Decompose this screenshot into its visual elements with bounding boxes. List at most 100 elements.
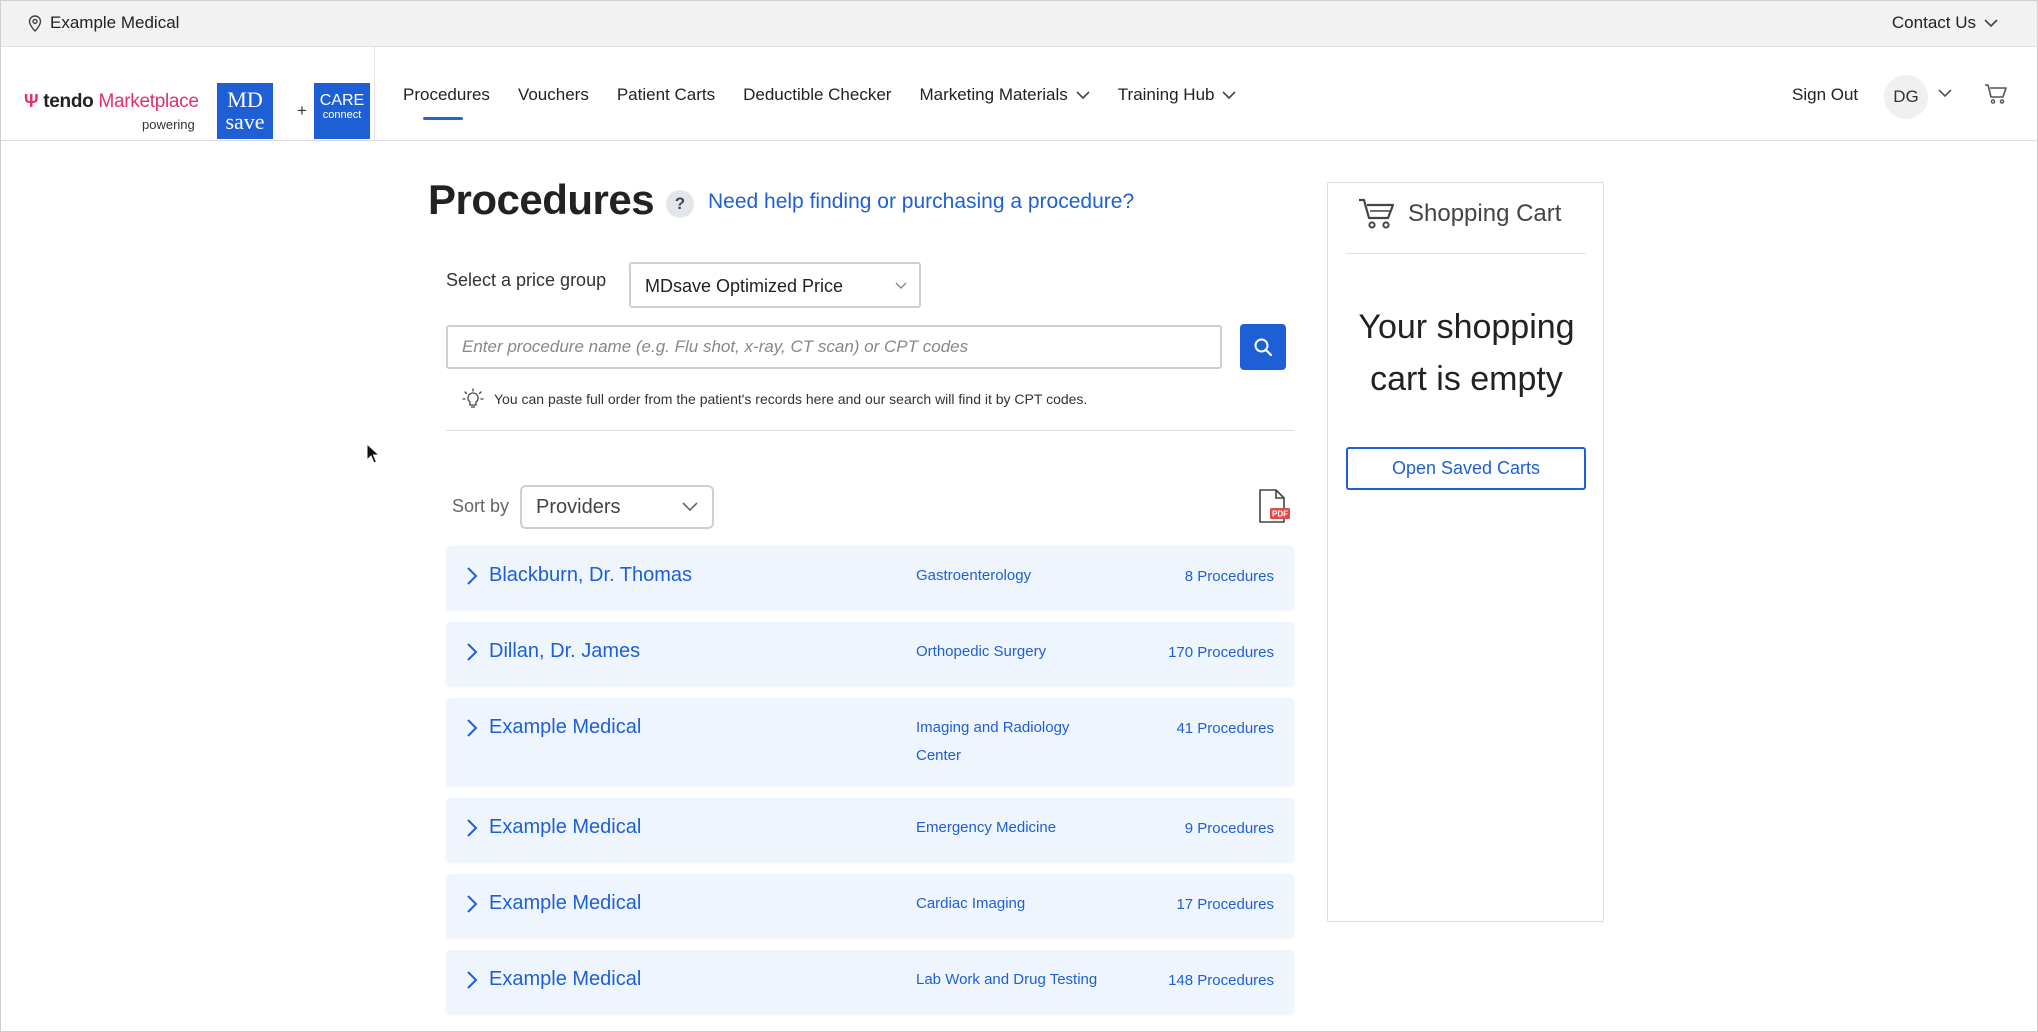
sort-value: Providers xyxy=(536,496,621,518)
provider-row[interactable]: Blackburn, Dr. Thomas Gastroenterology 8… xyxy=(446,546,1294,610)
nav-item-procedures[interactable]: Procedures xyxy=(403,85,490,120)
page-title: Procedures xyxy=(428,176,655,223)
tendo-wordmark: tendo xyxy=(43,91,94,112)
location-selector[interactable]: Example Medical xyxy=(28,13,179,33)
mdsave-logo: MD save xyxy=(217,83,273,139)
price-group-value: MDsave Optimized Price xyxy=(645,276,844,296)
tendo-logo: Ψ tendo Marketplace xyxy=(24,91,199,113)
main-nav: Ψ tendo Marketplace powering MD save + C… xyxy=(0,47,2038,141)
mdsave-logo-bottom: save xyxy=(225,109,265,134)
mouse-cursor-icon xyxy=(366,443,380,464)
nav-item-label: Vouchers xyxy=(517,85,589,104)
sort-label: Sort by xyxy=(452,496,510,516)
procedure-count: 8 Procedures xyxy=(1184,568,1274,585)
procedure-count: 9 Procedures xyxy=(1184,820,1274,837)
nav-item-label: Procedures xyxy=(403,85,490,104)
provider-name: Example Medical xyxy=(489,816,642,838)
care-logo-top: CARE xyxy=(319,92,365,109)
chevron-down-icon xyxy=(1984,18,1998,27)
marketplace-wordmark: Marketplace xyxy=(98,91,199,112)
shopping-cart-title: Shopping Cart xyxy=(1408,200,1562,227)
powering-label: powering xyxy=(142,117,195,132)
chevron-down-icon xyxy=(1222,90,1237,99)
location-pin-icon xyxy=(28,14,42,32)
provider-specialty: Cardiac Imaging xyxy=(916,895,1026,912)
provider-name: Example Medical xyxy=(489,968,642,990)
tendo-mark-icon: Ψ xyxy=(24,91,39,111)
provider-specialty: Gastroenterology xyxy=(916,567,1032,584)
provider-specialty: Lab Work and Drug Testing xyxy=(916,971,1098,988)
nav-item-vouchers[interactable]: Vouchers xyxy=(518,85,589,105)
plus-sign: + xyxy=(297,101,307,120)
contact-us-menu[interactable]: Contact Us xyxy=(1892,13,1998,33)
provider-row[interactable]: Dillan, Dr. James Orthopedic Surgery 170… xyxy=(446,622,1294,686)
nav-item-marketing-materials[interactable]: Marketing Materials xyxy=(919,85,1090,105)
avatar[interactable]: DG xyxy=(1884,75,1928,119)
search-button[interactable] xyxy=(1240,324,1286,370)
pdf-export-icon[interactable]: PDF xyxy=(1256,488,1290,524)
provider-name: Example Medical xyxy=(489,716,642,738)
nav-item-label: Training Hub xyxy=(1117,85,1215,104)
top-bar: Example Medical Contact Us xyxy=(0,0,2038,47)
mdsave-logo-top: MD xyxy=(227,87,263,112)
provider-specialty: Orthopedic Surgery xyxy=(916,643,1047,660)
section-divider xyxy=(446,430,1294,431)
provider-name: Dillan, Dr. James xyxy=(489,640,641,662)
shopping-cart-panel: Shopping Cart Your shopping cart is empt… xyxy=(1327,182,1604,922)
chevron-right-icon xyxy=(467,971,478,989)
nav-item-deductible-checker[interactable]: Deductible Checker xyxy=(743,85,891,105)
chevron-right-icon xyxy=(467,819,478,837)
provider-name: Example Medical xyxy=(489,892,642,914)
help-link[interactable]: Need help finding or purchasing a proced… xyxy=(708,190,1134,214)
search-hint-text: You can paste full order from the patien… xyxy=(494,391,1088,407)
search-icon xyxy=(1254,338,1273,357)
chevron-down-icon xyxy=(895,282,907,289)
nav-item-training-hub[interactable]: Training Hub xyxy=(1118,85,1237,105)
sign-out-link[interactable]: Sign Out xyxy=(1792,85,1858,105)
provider-specialty: Emergency Medicine xyxy=(916,819,1057,836)
contact-us-label: Contact Us xyxy=(1891,13,1976,32)
procedure-search-input[interactable] xyxy=(446,325,1222,369)
procedure-count: 17 Procedures xyxy=(1176,896,1274,913)
shopping-cart-header: Shopping Cart xyxy=(1358,197,1561,231)
nav-item-label: Deductible Checker xyxy=(743,85,892,104)
chevron-down-icon xyxy=(682,502,698,512)
provider-row[interactable]: Example Medical Cardiac Imaging 17 Proce… xyxy=(446,874,1294,938)
care-connect-logo: CARE connect xyxy=(314,83,370,139)
chevron-down-icon xyxy=(1076,90,1090,99)
price-group-label: Select a price group xyxy=(446,270,607,290)
cart-divider xyxy=(1346,253,1586,254)
lightbulb-icon xyxy=(462,388,484,408)
sort-select[interactable]: Providers xyxy=(520,485,714,529)
chevron-right-icon xyxy=(467,643,478,661)
provider-specialty: Imaging and Radiology Center xyxy=(916,719,1070,764)
cart-empty-message: Your shopping cart is empty xyxy=(1358,308,1575,398)
nav-menu: Procedures Vouchers Patient Carts Deduct… xyxy=(403,85,1237,120)
procedure-count: 41 Procedures xyxy=(1176,720,1274,737)
provider-list: Blackburn, Dr. Thomas Gastroenterology 8… xyxy=(446,546,1294,1026)
open-saved-carts-button[interactable]: Open Saved Carts xyxy=(1346,447,1586,490)
svg-text:PDF: PDF xyxy=(1272,510,1288,519)
chevron-right-icon xyxy=(467,567,478,585)
procedure-count: 148 Procedures xyxy=(1168,972,1274,989)
provider-row[interactable]: Example Medical Imaging and Radiology Ce… xyxy=(446,698,1294,786)
location-label: Example Medical xyxy=(50,13,180,32)
shopping-cart-icon xyxy=(1359,198,1395,229)
nav-divider xyxy=(374,47,375,140)
provider-row[interactable]: Example Medical Lab Work and Drug Testin… xyxy=(446,950,1294,1014)
brand-logo[interactable]: Ψ tendo Marketplace powering MD save + C… xyxy=(22,65,370,139)
nav-item-patient-carts[interactable]: Patient Carts xyxy=(617,85,715,105)
chevron-right-icon xyxy=(467,895,478,913)
help-question-icon[interactable]: ? xyxy=(666,190,694,218)
chevron-down-icon[interactable] xyxy=(1938,89,1952,98)
price-group-select[interactable]: MDsave Optimized Price xyxy=(629,262,921,308)
procedure-count: 170 Procedures xyxy=(1168,644,1274,661)
nav-item-label: Marketing Materials xyxy=(919,85,1068,104)
cart-icon[interactable] xyxy=(1984,83,2008,105)
provider-row[interactable]: Example Medical Emergency Medicine 9 Pro… xyxy=(446,798,1294,862)
nav-item-label: Patient Carts xyxy=(616,85,716,104)
search-hint: You can paste full order from the patien… xyxy=(462,388,1087,410)
care-logo-bottom: connect xyxy=(322,109,362,121)
chevron-right-icon xyxy=(467,719,478,737)
provider-name: Blackburn, Dr. Thomas xyxy=(489,564,693,586)
